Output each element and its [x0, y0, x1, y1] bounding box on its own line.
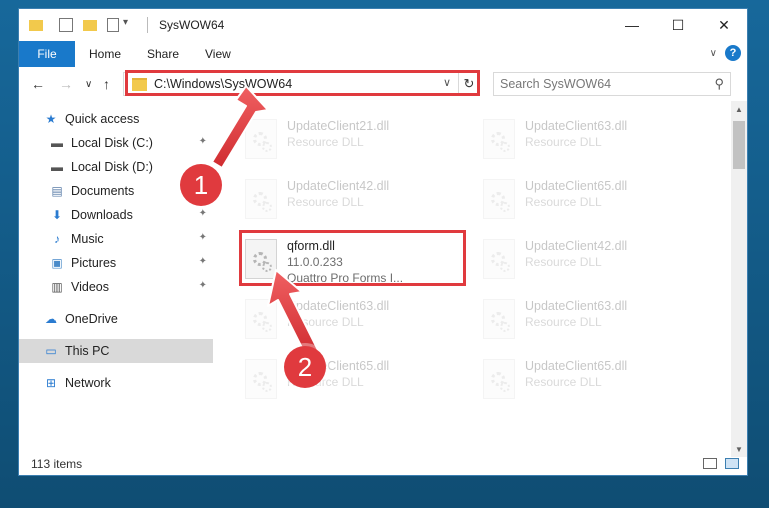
step-2-badge: 2 — [284, 346, 326, 388]
arrow-1 — [211, 85, 269, 169]
annotation-arrows — [211, 85, 319, 357]
step-1-badge: 1 — [180, 164, 222, 206]
arrow-2 — [267, 269, 319, 357]
